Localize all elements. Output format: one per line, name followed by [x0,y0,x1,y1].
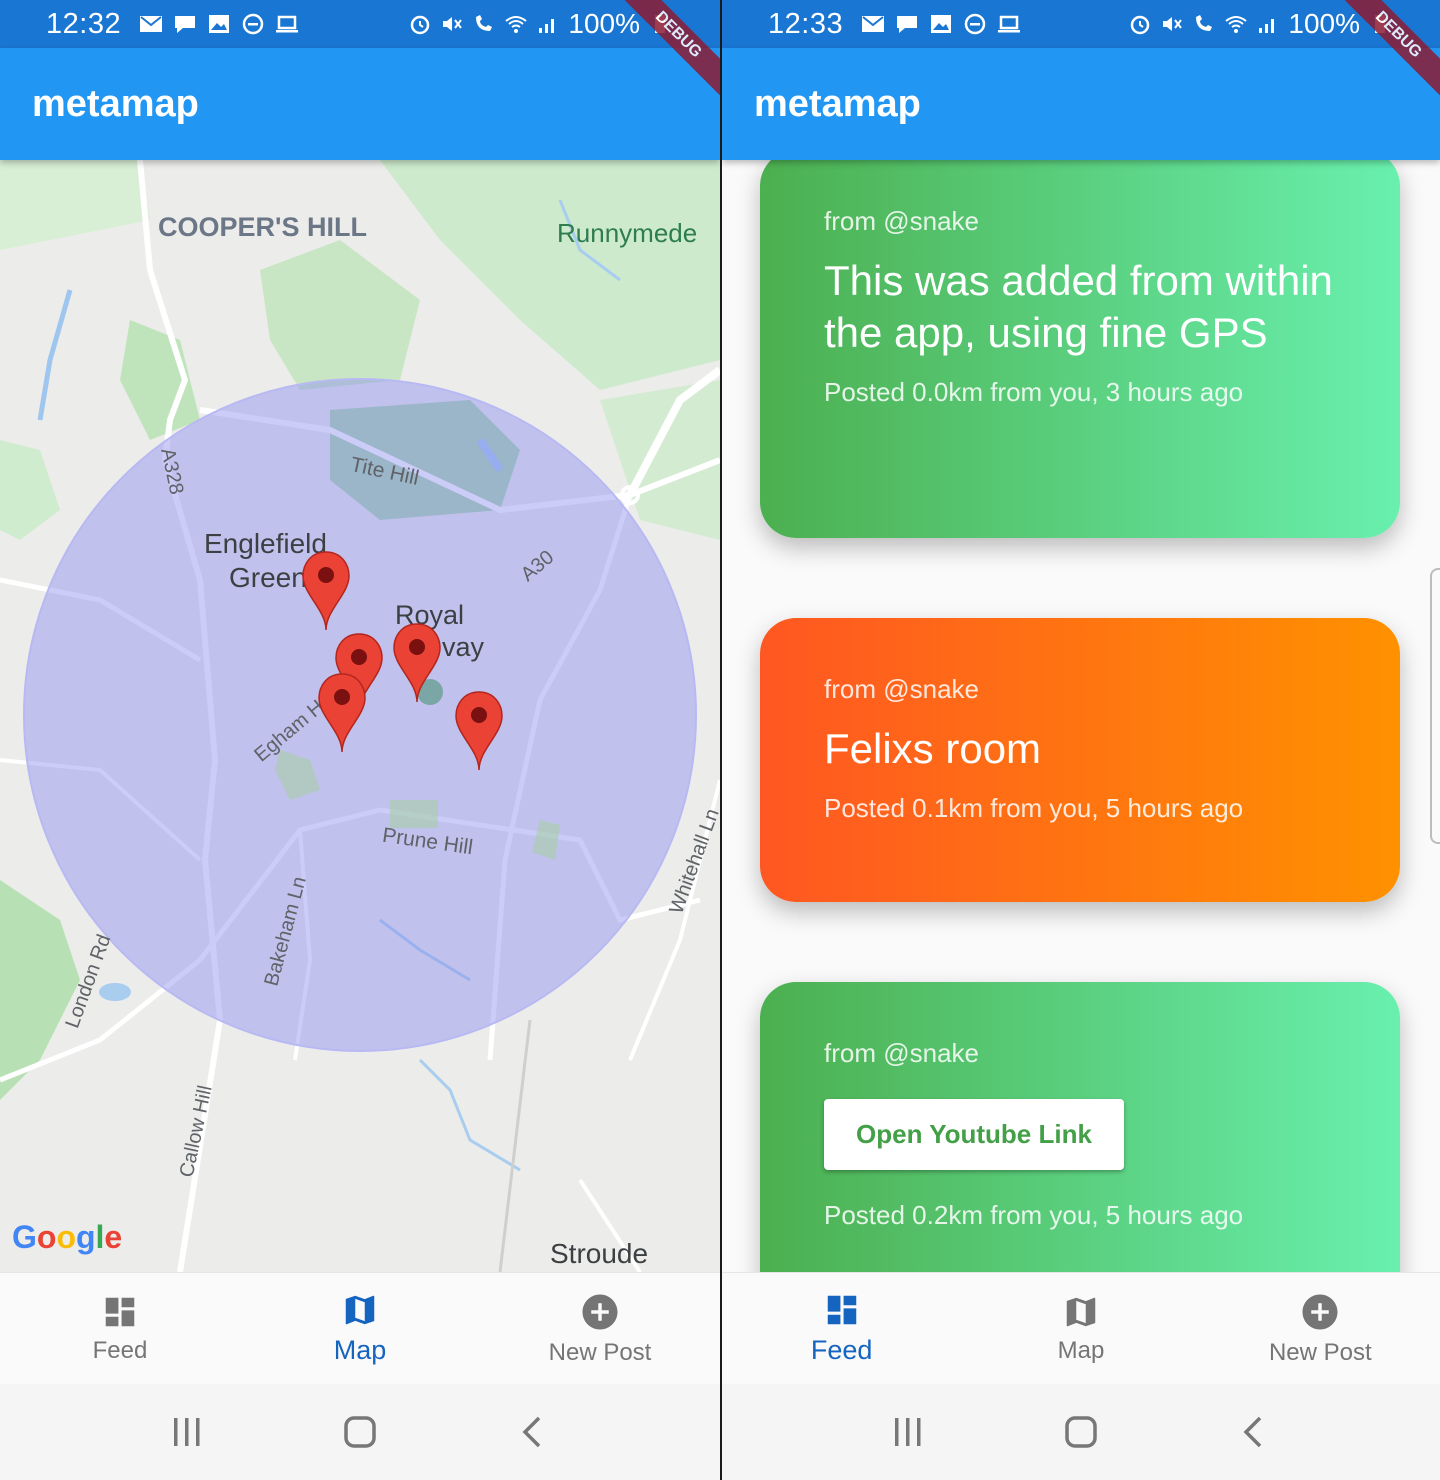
recents-icon[interactable] [890,1414,926,1450]
map-icon [1066,1297,1096,1326]
post-feed[interactable]: from @snake This was added from within t… [722,160,1440,1272]
map-marker[interactable] [301,550,351,630]
add-circle-icon [1302,1294,1338,1329]
gallery-icon [931,15,952,33]
bottom-navigation: Feed Map New Post [722,1272,1440,1384]
google-logo: Google [12,1219,123,1255]
map-marker[interactable] [454,690,504,770]
nav-map-label: Map [333,1335,387,1365]
app-title: metamap [754,82,921,125]
post-card[interactable]: from @snake Felixs room Posted 0.1km fro… [760,618,1400,902]
app-title: metamap [32,82,199,125]
nav-map[interactable]: Map [961,1273,1200,1384]
wifi-icon [505,16,527,33]
post-author: from @snake [824,206,979,236]
post-card[interactable]: from @snake Open Youtube Link Posted 0.2… [760,982,1400,1272]
nav-feed[interactable]: Feed [0,1273,240,1384]
post-title: This was added from within the app, usin… [824,257,1333,356]
bottom-navigation: Feed Map New Post [0,1272,720,1384]
nav-map[interactable]: Map [240,1273,480,1384]
laptop-icon [998,15,1021,33]
status-time: 12:33 [768,7,844,40]
nav-new-post[interactable]: New Post [480,1273,720,1384]
map-view[interactable]: COOPER'S HILL Runnymede A328 Tite Hill E… [0,160,720,1272]
status-time: 12:32 [46,7,122,40]
system-navigation [722,1384,1440,1480]
dashboard-icon [827,1295,856,1325]
post-author: from @snake [824,1038,979,1068]
post-title: Felixs room [824,725,1042,772]
nav-feed[interactable]: Feed [722,1273,961,1384]
nav-new-post-label: New Post [548,1338,652,1366]
feed-screen: 12:33 100% metamap DEBUG from @snake Thi… [722,0,1440,1480]
post-author: from @snake [824,674,979,704]
alarm-icon [1131,15,1150,35]
dashboard-icon [105,1297,135,1326]
signal-icon [539,19,555,33]
battery-level: 100% [1288,8,1360,39]
map-marker[interactable] [317,672,367,752]
wifi-call-icon [1196,15,1213,31]
add-circle-icon [582,1294,618,1329]
back-icon[interactable] [1236,1414,1272,1450]
map-icon [345,1295,375,1325]
messenger-icon [897,16,918,33]
scroll-edge-indicator [1430,568,1440,844]
notification-icons [139,13,299,35]
mail-icon [140,16,163,32]
nav-map-label: Map [1057,1336,1105,1364]
nav-new-post[interactable]: New Post [1201,1273,1440,1384]
map-label-coopers-hill: COOPER'S HILL [158,212,367,242]
system-navigation [0,1384,720,1480]
mute-icon [1163,17,1183,31]
laptop-icon [276,15,299,33]
wifi-call-icon [476,15,493,31]
back-icon[interactable] [515,1414,551,1450]
signal-icon [1259,19,1275,33]
nav-new-post-label: New Post [1268,1338,1372,1366]
battery-level: 100% [568,8,640,39]
wifi-icon [1225,16,1247,33]
status-bar: 12:32 100% [0,0,720,48]
map-label-way: vay [442,632,485,662]
open-youtube-link-button[interactable]: Open Youtube Link [824,1099,1124,1170]
mute-icon [443,17,463,31]
mail-icon [862,16,885,32]
post-meta: Posted 0.2km from you, 5 hours ago [824,1200,1244,1230]
messenger-icon [175,16,196,33]
dnd-icon [242,13,264,35]
post-meta: Posted 0.1km from you, 5 hours ago [824,793,1244,823]
post-meta: Posted 0.0km from you, 3 hours ago [824,377,1244,407]
notification-icons [861,13,1021,35]
nav-feed-label: Feed [92,1336,148,1364]
home-icon[interactable] [342,1414,378,1450]
map-label-green: Green [229,562,307,593]
gallery-icon [209,15,230,33]
home-icon[interactable] [1063,1414,1099,1450]
dnd-icon [964,13,986,35]
recents-icon[interactable] [169,1414,205,1450]
app-bar: metamap [0,48,720,160]
map-screen: 12:32 100% metamap DEBUG COOPER'S HILL R… [0,0,720,1480]
map-label-stroude: Stroude [550,1238,649,1269]
alarm-icon [411,15,430,35]
map-marker[interactable] [392,622,442,702]
app-bar: metamap [722,48,1440,160]
map-label-runnymede: Runnymede [557,218,698,248]
nav-feed-label: Feed [810,1335,873,1365]
post-card[interactable]: from @snake This was added from within t… [760,160,1400,538]
status-bar: 12:33 100% [722,0,1440,48]
